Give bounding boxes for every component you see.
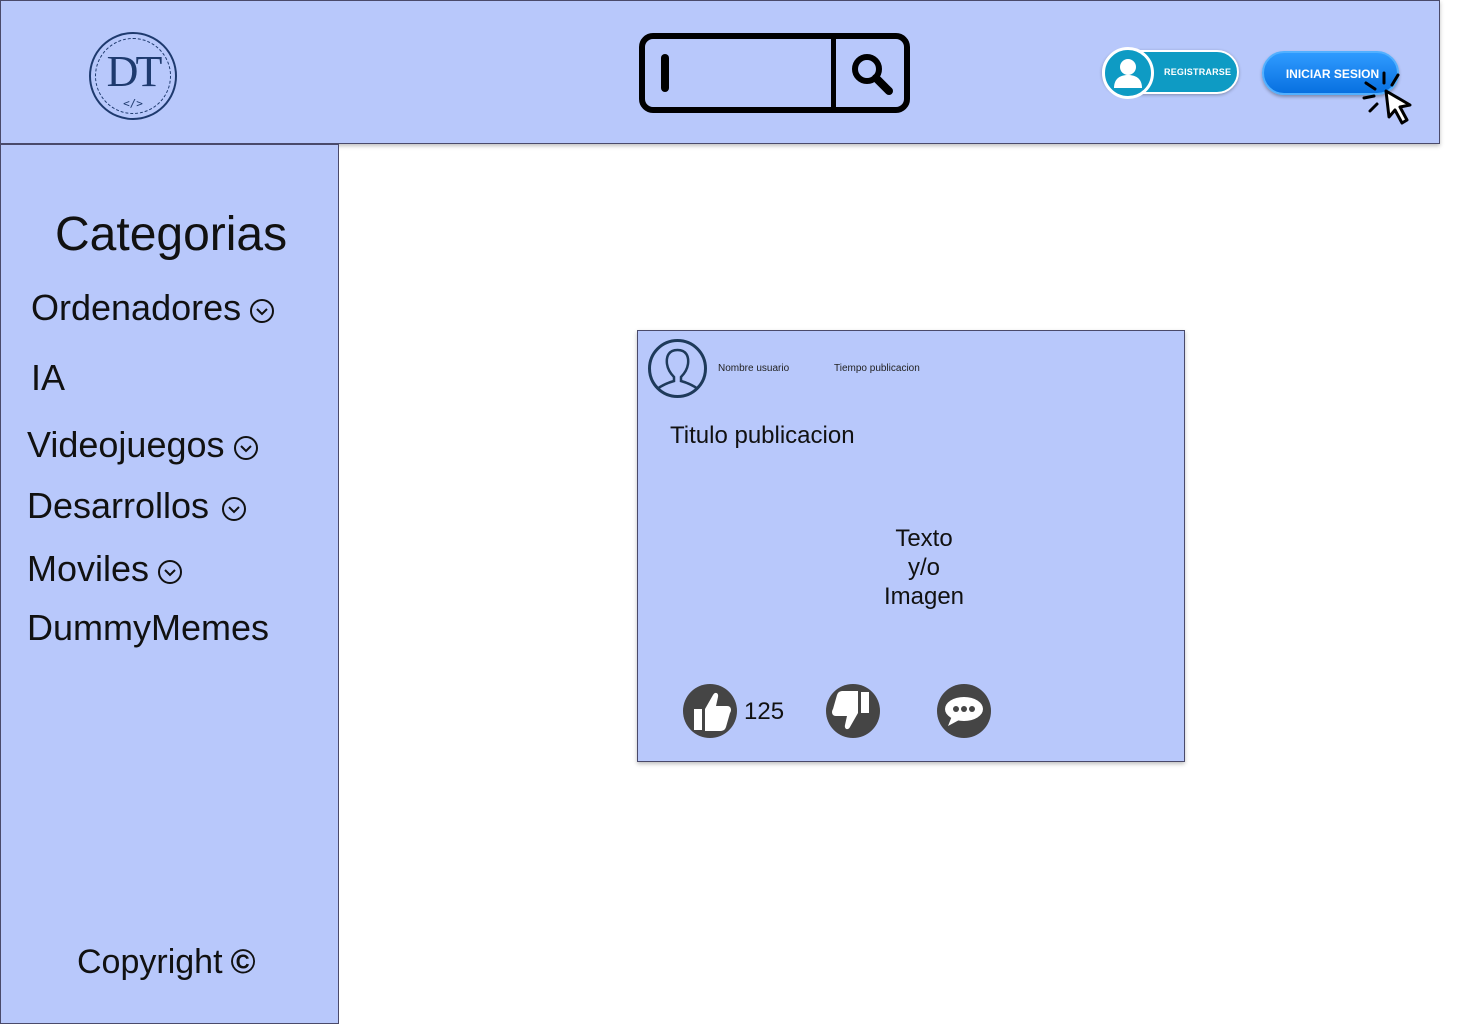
search-input[interactable] [645, 39, 831, 107]
copyright-notice: Copyright © [77, 943, 256, 982]
dt-logo-icon[interactable]: DT </> [89, 32, 177, 120]
chevron-down-circle-icon[interactable] [157, 559, 183, 585]
category-ia[interactable]: IA [31, 357, 65, 399]
chevron-down-circle-icon[interactable] [249, 298, 275, 324]
post-card: Nombre usuario Tiempo publicacion Titulo… [637, 330, 1185, 762]
copyright-symbol: © [230, 943, 256, 981]
category-label: Moviles [27, 548, 150, 589]
like-count: 125 [744, 698, 785, 725]
category-moviles[interactable]: Moviles [27, 548, 183, 590]
post-body-line: Imagen [883, 583, 965, 610]
magnifier-icon [852, 54, 893, 95]
post-body-line: y/o [907, 554, 940, 581]
category-label: Desarrollos [27, 485, 210, 526]
user-icon [1102, 47, 1154, 99]
chevron-down-circle-icon[interactable] [221, 496, 247, 522]
category-desarrollos[interactable]: Desarrollos [27, 485, 247, 527]
copyright-label: Copyright [77, 943, 223, 981]
search-divider [831, 39, 836, 107]
sidebar-title: Categorias [55, 208, 288, 261]
register-button[interactable]: REGISTRARSE [1102, 47, 1239, 99]
category-label: DummyMemes [27, 607, 270, 648]
speech-bubble-icon[interactable] [934, 682, 994, 740]
click-cursor-icon [1362, 71, 1412, 125]
category-label: IA [31, 357, 66, 398]
search-button[interactable] [840, 45, 902, 101]
post-time: Tiempo publicacion [834, 363, 920, 374]
logo-code-tag: </> [123, 97, 143, 110]
thumbs-up-icon[interactable] [681, 682, 741, 740]
category-videojuegos[interactable]: Videojuegos [27, 424, 259, 466]
post-user-name[interactable]: Nombre usuario [718, 363, 789, 374]
thumbs-down-icon[interactable] [822, 682, 882, 740]
chevron-down-circle-icon[interactable] [233, 435, 259, 461]
register-label: REGISTRARSE [1164, 67, 1232, 77]
post-body-line: Texto [895, 525, 953, 552]
category-sidebar: Categorias Ordenadores IA Videojuegos De… [0, 144, 339, 1024]
top-header: DT </> REGISTRARSE INICIAR SESION [0, 0, 1440, 144]
category-label: Ordenadores [31, 287, 242, 328]
logo-letters: DT [106, 47, 163, 96]
post-title[interactable]: Titulo publicacion [670, 422, 855, 450]
search-box [639, 33, 910, 113]
category-dummymemes[interactable]: DummyMemes [27, 607, 269, 649]
category-label: Videojuegos [27, 424, 225, 465]
user-outline-icon[interactable] [647, 338, 708, 399]
category-ordenadores[interactable]: Ordenadores [31, 287, 275, 329]
